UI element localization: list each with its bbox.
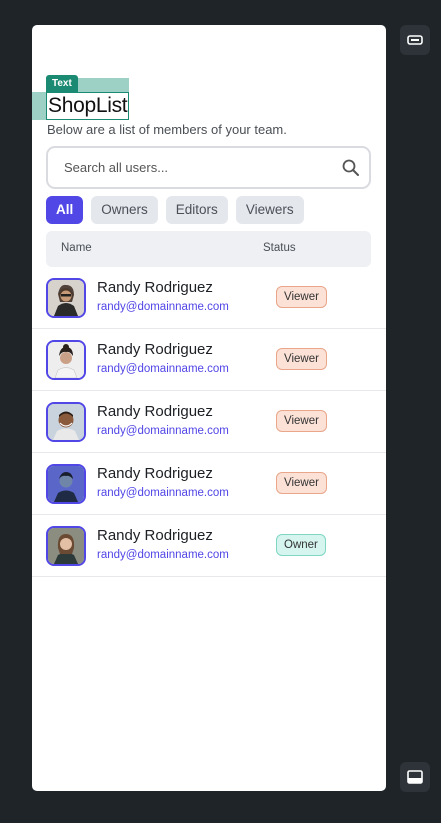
column-header-name: Name (61, 242, 92, 254)
member-email[interactable]: randy@domainname.com (97, 363, 229, 375)
search-input[interactable] (64, 160, 341, 175)
status-badge: Viewer (276, 410, 327, 432)
app-panel: Text ShopList Below are a list of member… (32, 25, 386, 791)
table-row[interactable]: Randy Rodriguez randy@domainname.com Vie… (32, 329, 386, 391)
member-name: Randy Rodriguez (97, 403, 213, 420)
search-icon[interactable] (341, 159, 359, 177)
column-header-status: Status (263, 242, 296, 254)
member-email[interactable]: randy@domainname.com (97, 549, 229, 561)
avatar (46, 526, 86, 566)
status-badge: Owner (276, 534, 326, 556)
avatar (46, 278, 86, 318)
page-title[interactable]: ShopList (48, 94, 128, 117)
member-email[interactable]: randy@domainname.com (97, 301, 229, 313)
member-name: Randy Rodriguez (97, 527, 213, 544)
table-row[interactable]: Randy Rodriguez randy@domainname.com Vie… (32, 453, 386, 515)
status-badge: Viewer (276, 472, 327, 494)
text-element-tag: Text (46, 75, 78, 92)
page-subtitle: Below are a list of members of your team… (47, 122, 287, 137)
toggle-button[interactable] (400, 25, 430, 55)
table-row[interactable]: Randy Rodriguez randy@domainname.com Own… (32, 515, 386, 577)
panel-icon (407, 770, 423, 784)
table-row[interactable]: Randy Rodriguez randy@domainname.com Vie… (32, 391, 386, 453)
status-badge: Viewer (276, 348, 327, 370)
toggle-icon (407, 35, 423, 45)
avatar (46, 340, 86, 380)
tab-owners[interactable]: Owners (91, 196, 158, 224)
member-email[interactable]: randy@domainname.com (97, 487, 229, 499)
tab-all[interactable]: All (46, 196, 84, 224)
avatar (46, 464, 86, 504)
panel-button[interactable] (400, 762, 430, 792)
member-list: Randy Rodriguez randy@domainname.com Vie… (32, 267, 386, 577)
member-email[interactable]: randy@domainname.com (97, 425, 229, 437)
avatar (46, 402, 86, 442)
table-row[interactable]: Randy Rodriguez randy@domainname.com Vie… (32, 267, 386, 329)
title-selection-box[interactable]: ShopList (46, 92, 130, 120)
member-name: Randy Rodriguez (97, 341, 213, 358)
status-badge: Viewer (276, 286, 327, 308)
search-box[interactable] (46, 146, 371, 189)
filter-tabs: All Owners Editors Viewers (46, 196, 304, 224)
tab-viewers[interactable]: Viewers (235, 196, 304, 224)
member-name: Randy Rodriguez (97, 465, 213, 482)
table-header: Name Status (46, 231, 371, 267)
member-name: Randy Rodriguez (97, 279, 213, 296)
tab-editors[interactable]: Editors (165, 196, 228, 224)
